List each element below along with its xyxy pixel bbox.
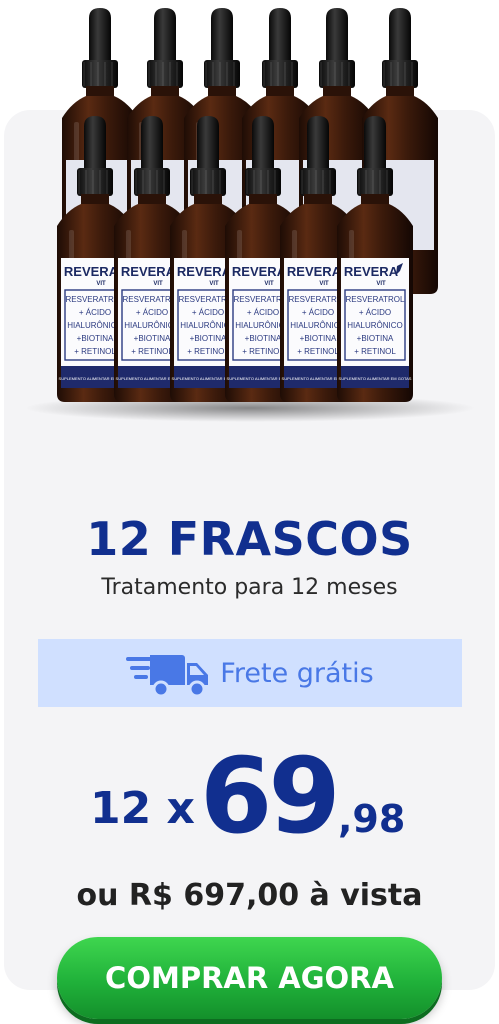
svg-text:+ RETINOL: + RETINOL <box>242 347 284 356</box>
installment-price-cents: ,98 <box>338 797 406 841</box>
svg-text:+ ÁCIDO: + ÁCIDO <box>302 308 334 317</box>
svg-text:REVERA: REVERA <box>121 264 176 279</box>
delivery-truck-icon <box>126 655 209 697</box>
svg-text:+ ÁCIDO: + ÁCIDO <box>247 308 279 317</box>
product-bottles-image: REVERA VIT RESVERATROL + ÁCIDO HIALURÔNICO +B… <box>0 0 499 440</box>
svg-text:VIT: VIT <box>96 281 106 287</box>
offer-subtitle: Tratamento para 12 meses <box>101 575 398 600</box>
offer-title: 12 FRASCOS <box>86 512 413 566</box>
svg-text:REVERA: REVERA <box>177 264 232 279</box>
price-block: 12 x 69 ,98 <box>0 735 499 857</box>
svg-text:+ ÁCIDO: + ÁCIDO <box>192 308 224 317</box>
svg-text:+ ÁCIDO: + ÁCIDO <box>136 308 168 317</box>
svg-text:HIALURÔNICO: HIALURÔNICO <box>347 321 403 330</box>
svg-text:REVERA: REVERA <box>344 264 399 279</box>
svg-text:+ RETINOL: + RETINOL <box>187 347 229 356</box>
svg-text:VIT: VIT <box>376 281 386 287</box>
free-shipping-label: Frete grátis <box>220 657 374 689</box>
svg-text:VIT: VIT <box>153 281 163 287</box>
svg-text:+BIOTINA: +BIOTINA <box>357 334 394 343</box>
svg-text:VIT: VIT <box>319 281 329 287</box>
svg-text:+ ÁCIDO: + ÁCIDO <box>79 308 111 317</box>
free-shipping-banner: Frete grátis <box>38 639 462 707</box>
svg-text:REVERA: REVERA <box>232 264 287 279</box>
svg-text:SUPLEMENTO ALIMENTAR EM GOTAS: SUPLEMENTO ALIMENTAR EM GOTAS <box>339 376 412 381</box>
svg-text:REVERA: REVERA <box>64 264 119 279</box>
svg-text:REVERA: REVERA <box>287 264 342 279</box>
svg-text:+BIOTINA: +BIOTINA <box>300 334 337 343</box>
svg-text:+ RETINOL: + RETINOL <box>297 347 339 356</box>
svg-text:+ RETINOL: + RETINOL <box>354 347 396 356</box>
installment-price-integer: 69 <box>200 735 341 857</box>
buy-now-label: COMPRAR AGORA <box>105 961 394 995</box>
svg-text:VIT: VIT <box>264 281 274 287</box>
svg-text:+BIOTINA: +BIOTINA <box>190 334 227 343</box>
buy-now-button[interactable]: COMPRAR AGORA <box>57 937 442 1019</box>
svg-text:VIT: VIT <box>209 281 219 287</box>
svg-text:+ RETINOL: + RETINOL <box>131 347 173 356</box>
svg-text:+BIOTINA: +BIOTINA <box>134 334 171 343</box>
cash-price: ou R$ 697,00 à vista <box>76 878 423 913</box>
installments-count: 12 x <box>90 783 195 834</box>
svg-text:+ RETINOL: + RETINOL <box>74 347 116 356</box>
svg-text:RESVERATROL: RESVERATROL <box>346 295 406 304</box>
svg-text:+BIOTINA: +BIOTINA <box>245 334 282 343</box>
svg-text:+ ÁCIDO: + ÁCIDO <box>359 308 391 317</box>
svg-text:+BIOTINA: +BIOTINA <box>77 334 114 343</box>
